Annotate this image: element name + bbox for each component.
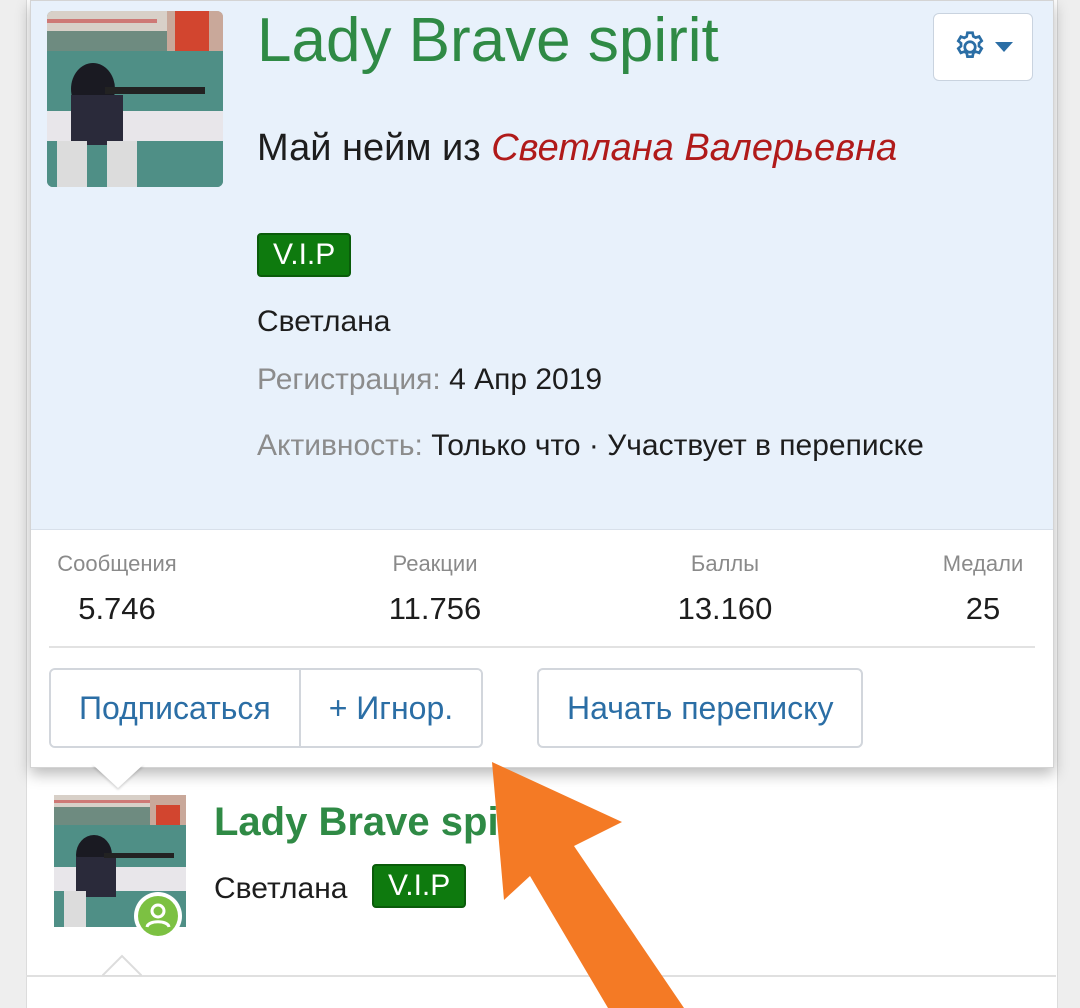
stats-divider [49,646,1035,648]
registration-label: Регистрация: [257,363,441,396]
stat-messages[interactable]: Сообщения 5.746 [49,551,185,627]
vip-badge-label: V.I.P [372,864,467,908]
vip-badge-label: V.I.P [257,233,352,277]
stat-value: 5.746 [78,591,156,626]
stat-label: Медали [942,551,1024,576]
stat-medals[interactable]: Медали 25 [929,551,1037,627]
avatar-photo [47,11,223,187]
stat-label: Баллы [690,551,760,576]
tooltip-pointer [92,764,144,788]
registration-date: 4 Апр 2019 [449,363,603,396]
annotation-arrow [492,762,684,1008]
real-name: Светлана [257,305,391,338]
member-tooltip: Lady Brave spirit Май нейм из Светлана В… [30,0,1054,768]
user-title-name: Светлана Валерьевна [491,127,898,169]
post-pointer [102,954,142,976]
ignore-button[interactable]: + Игнор. [298,670,482,746]
gear-icon [956,31,984,58]
tooltip-avatar[interactable] [47,11,223,187]
user-title: Май нейм из Светлана Валерьевна [257,127,897,170]
post-vip-badge: V.I.P [372,864,467,908]
follow-button[interactable]: Подписаться [51,670,299,746]
activity-info: Активность: Только что · Участвует в пер… [257,421,937,471]
start-conversation-button[interactable]: Начать переписку [537,668,864,748]
follow-ignore-group: Подписаться + Игнор. [49,668,484,748]
stat-label: Реакции [392,551,478,576]
caret-down-icon [995,42,1013,52]
user-title-prefix: Май нейм из [257,127,492,169]
online-status-badge [134,892,182,940]
activity-value: Только что · Участвует в переписке [431,429,924,462]
post-username[interactable]: Lady Brave spi [214,800,504,845]
stat-points[interactable]: Баллы 13.160 [657,551,793,627]
member-stats: Сообщения 5.746 Реакции 11.756 Баллы 13.… [49,551,1035,631]
registration-info: Регистрация: 4 Апр 2019 [257,363,602,397]
tooltip-header: Lady Brave spirit Май нейм из Светлана В… [31,1,1053,530]
stat-label: Сообщения [57,551,177,576]
settings-menu-button[interactable] [933,13,1033,81]
post-user-title: Светлана [214,872,348,905]
stat-value: 11.756 [388,591,482,626]
activity-label: Активность: [257,429,423,462]
stat-value: 13.160 [677,591,773,626]
stat-value: 25 [965,591,1001,626]
vip-banner: V.I.P [257,233,352,277]
stat-reactions[interactable]: Реакции 11.756 [367,551,503,627]
tooltip-username[interactable]: Lady Brave spirit [257,5,719,76]
user-online-icon [138,896,178,936]
